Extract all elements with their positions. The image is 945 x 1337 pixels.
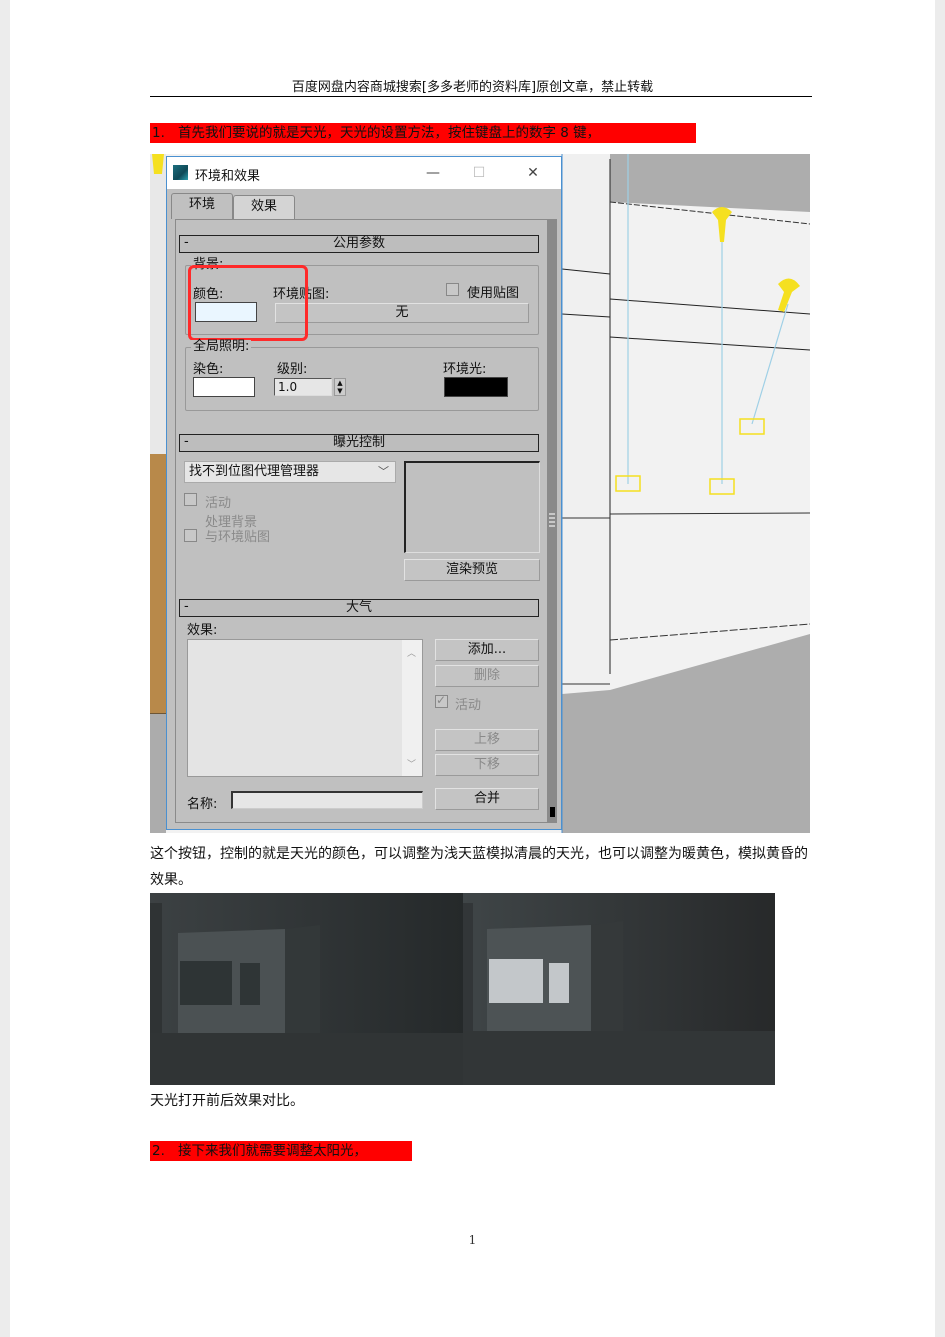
header-rule xyxy=(150,96,812,97)
chevron-down-icon: ﹀ xyxy=(378,465,389,478)
common-params-rollout-header[interactable]: - 公用参数 xyxy=(179,235,539,253)
maximize-button[interactable]: ☐ xyxy=(459,161,499,185)
close-button[interactable]: ✕ xyxy=(513,161,553,185)
render-after-image xyxy=(463,893,775,1085)
environment-map-button[interactable]: 无 xyxy=(275,303,529,323)
effects-list[interactable]: ︿ ﹀ xyxy=(187,639,423,777)
step-text: 首先我们要说的就是天光，天光的设置方法，按住键盘上的数字 8 键， xyxy=(178,125,601,141)
rollout-title: 公用参数 xyxy=(332,236,385,251)
list-scrollbar[interactable]: ︿ ﹀ xyxy=(402,640,422,776)
process-background-checkbox[interactable] xyxy=(184,529,197,542)
collapse-icon: - xyxy=(184,434,189,449)
page-number: 1 xyxy=(468,1233,477,1247)
scrollbar-grip[interactable] xyxy=(549,513,555,527)
name-label: 名称: xyxy=(187,797,218,812)
effect-name-input[interactable] xyxy=(231,791,423,809)
atmosphere-active-checkbox[interactable] xyxy=(435,693,448,708)
move-down-button[interactable]: 下移 xyxy=(435,754,539,776)
use-map-label: 使用贴图 xyxy=(467,286,520,301)
software-screenshot: 环境和效果 — ☐ ✕ 环境 效果 - 公用参数 背景: 颜色: 环境贴图: 使… xyxy=(150,154,810,833)
document-page: 百度网盘内容商城搜索[多多老师的资料库]原创文章，禁止转载 1. 首先我们要说的就… xyxy=(10,0,935,1337)
scroll-down-icon[interactable]: ﹀ xyxy=(407,757,416,770)
tab-effects[interactable]: 效果 xyxy=(233,195,295,219)
label-line: 与环境贴图 xyxy=(205,530,271,545)
dialog-title: 环境和效果 xyxy=(195,169,261,184)
dialog-titlebar[interactable]: 环境和效果 — ☐ ✕ xyxy=(167,157,561,189)
effects-label: 效果: xyxy=(187,623,218,638)
tint-label: 染色: xyxy=(193,362,224,377)
atmosphere-rollout-header[interactable]: - 大气 xyxy=(179,599,539,617)
merge-button[interactable]: 合并 xyxy=(435,788,539,810)
page-header: 百度网盘内容商城搜索[多多老师的资料库]原创文章，禁止转载 xyxy=(291,80,654,95)
dialog-tabs: 环境 效果 xyxy=(167,189,561,219)
move-up-button[interactable]: 上移 xyxy=(435,729,539,751)
render-preview-button[interactable]: 渲染预览 xyxy=(404,559,540,581)
tab-environment[interactable]: 环境 xyxy=(171,193,233,219)
rollout-title: 曝光控制 xyxy=(332,435,385,450)
step-text: 接下来我们就需要调整太阳光， xyxy=(178,1143,367,1159)
step-number: 2. xyxy=(152,1143,165,1159)
collapse-icon: - xyxy=(184,599,189,614)
use-map-checkbox[interactable] xyxy=(446,283,459,296)
environment-effects-dialog: 环境和效果 — ☐ ✕ 环境 效果 - 公用参数 背景: 颜色: 环境贴图: 使… xyxy=(166,156,562,830)
3dsmax-app-icon xyxy=(173,165,188,180)
dropdown-value: 找不到位图代理管理器 xyxy=(189,464,320,479)
level-label: 级别: xyxy=(277,362,308,377)
step-1-heading: 1. 首先我们要说的就是天光，天光的设置方法，按住键盘上的数字 8 键， xyxy=(150,123,696,143)
ambient-color-swatch[interactable] xyxy=(444,377,508,397)
exposure-active-checkbox[interactable] xyxy=(184,493,197,506)
level-spinner-arrows[interactable]: ▲ ▼ xyxy=(334,378,346,396)
light-icon xyxy=(152,154,164,174)
global-lighting-label: 全局照明: xyxy=(191,339,252,354)
delete-effect-button[interactable]: 删除 xyxy=(435,665,539,687)
caption-paragraph: 这个按钮，控制的就是天光的颜色，可以调整为浅天蓝模拟清晨的天光，也可以调整为暖黄… xyxy=(150,846,808,888)
comparison-caption: 天光打开前后效果对比。 xyxy=(150,1093,304,1109)
render-before-image xyxy=(150,893,463,1085)
tint-color-swatch[interactable] xyxy=(193,377,255,397)
highlight-annotation xyxy=(188,265,308,341)
process-background-label: 处理背景 与环境贴图 xyxy=(205,515,270,545)
level-spinner-input[interactable]: 1.0 xyxy=(274,378,332,396)
rollout-title: 大气 xyxy=(345,600,372,615)
atmosphere-active-label: 活动 xyxy=(455,698,482,713)
exposure-type-dropdown[interactable]: 找不到位图代理管理器 ﹀ xyxy=(184,461,396,483)
label-line: 处理背景 xyxy=(205,515,258,530)
step-2-heading: 2. 接下来我们就需要调整太阳光， xyxy=(150,1141,412,1161)
collapse-icon: - xyxy=(184,235,189,250)
ambient-label: 环境光: xyxy=(443,362,487,377)
step-number: 1. xyxy=(152,125,165,141)
exposure-active-label: 活动 xyxy=(205,496,232,511)
wireframe-object xyxy=(150,454,166,714)
add-effect-button[interactable]: 添加... xyxy=(435,639,539,661)
exposure-preview-area xyxy=(404,461,540,553)
scrollbar-end xyxy=(550,807,555,817)
render-after-graphic xyxy=(463,893,775,1085)
render-before-graphic xyxy=(150,893,463,1085)
exposure-rollout-header[interactable]: - 曝光控制 xyxy=(179,434,539,452)
scroll-up-icon[interactable]: ︿ xyxy=(407,646,416,659)
minimize-button[interactable]: — xyxy=(413,161,453,185)
